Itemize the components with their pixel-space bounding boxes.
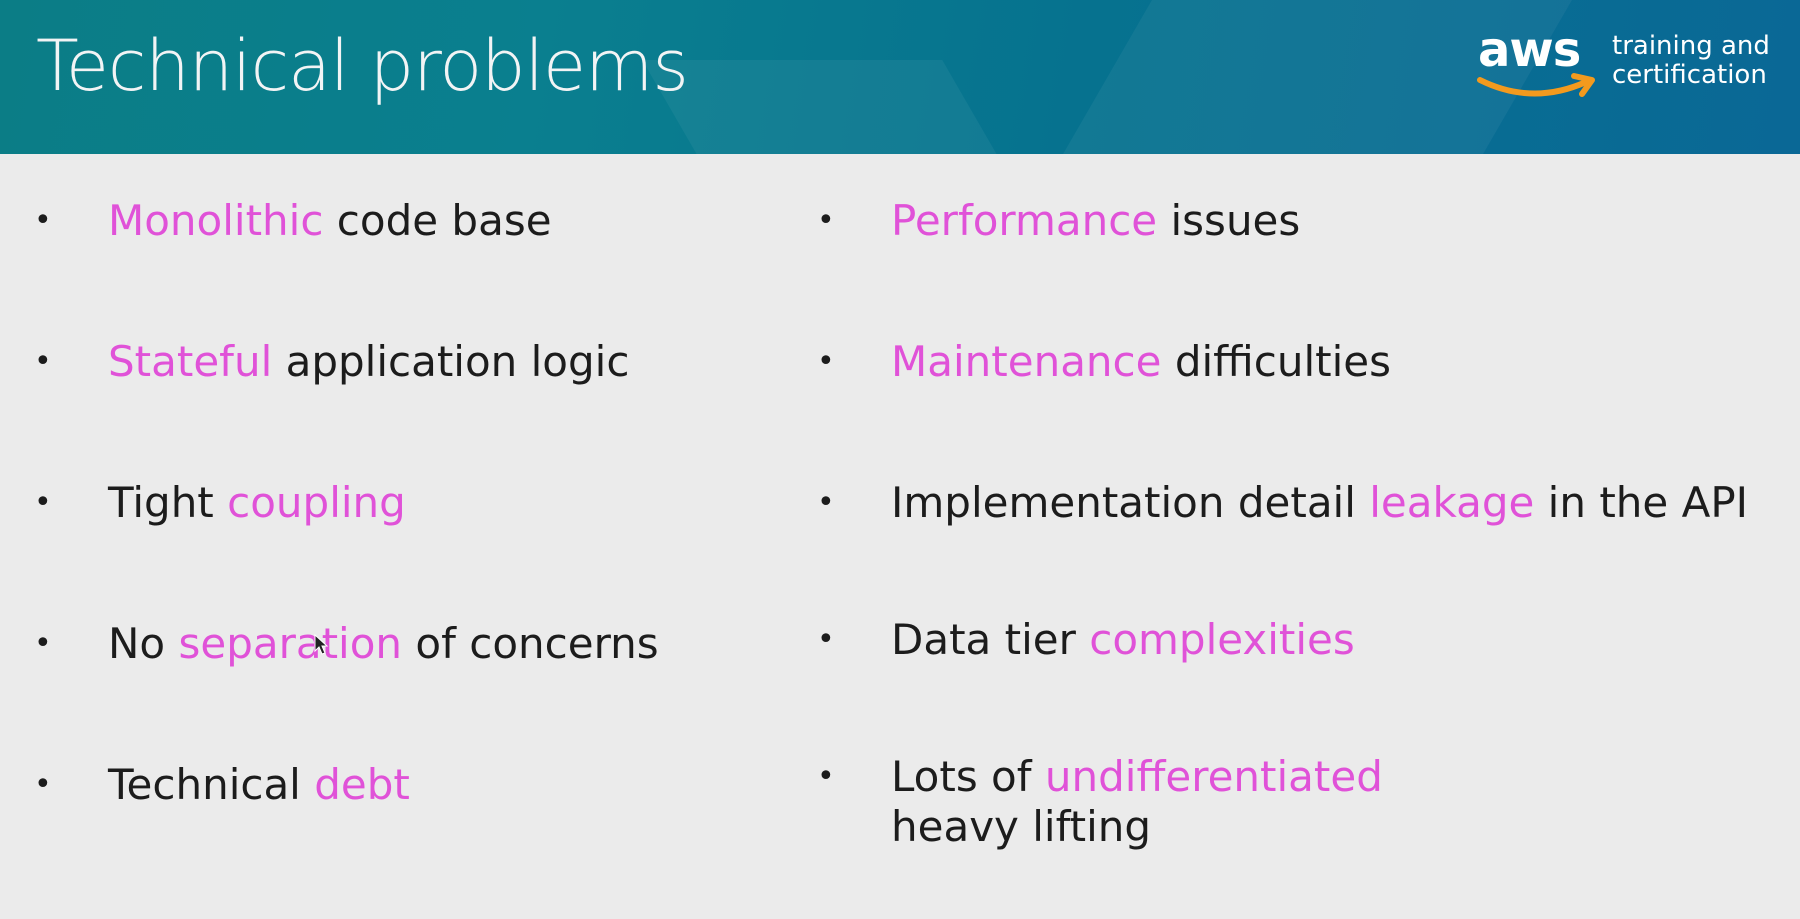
item-text-post: difficulties xyxy=(1161,337,1392,386)
item-text-highlight: debt xyxy=(314,760,410,809)
item-text-highlight: leakage xyxy=(1369,478,1535,527)
aws-training-logo: aws training and certification xyxy=(1474,22,1774,110)
item-text-pre: Implementation detail xyxy=(891,478,1370,527)
item-text-highlight: Monolithic xyxy=(108,196,324,245)
item-text-highlight: undifferentiated xyxy=(1044,752,1383,801)
bullet-dot: • xyxy=(34,485,52,520)
item-text-post: of concerns xyxy=(402,619,659,668)
item-text-pre: Tight xyxy=(108,478,228,527)
bullet-dot: • xyxy=(34,767,52,802)
slide-title: Technical problems xyxy=(36,25,689,107)
bullet-dot: • xyxy=(817,485,835,520)
bullet-dot: • xyxy=(34,626,52,661)
item-text-post: application logic xyxy=(272,337,630,386)
item-text-pre: Technical xyxy=(108,760,315,809)
header-facet xyxy=(642,60,1058,154)
left-bullet-list: • Monolithic code base • Stateful applicat… xyxy=(34,196,794,901)
mouse-pointer-icon xyxy=(314,634,329,655)
item-text-post: issues xyxy=(1157,196,1301,245)
item-text-pre: Lots of xyxy=(891,752,1045,801)
item-text-highlight: separation xyxy=(178,619,403,668)
item-text-highlight: Performance xyxy=(891,196,1158,245)
bullet-item: • Stateful application logic xyxy=(34,337,794,478)
slide-header: Technical problems aws training and cert… xyxy=(0,0,1800,154)
bullet-dot: • xyxy=(34,344,52,379)
logo-tagline-line2: certification xyxy=(1612,60,1767,90)
bullet-dot: • xyxy=(817,203,835,238)
item-text-line2: heavy lifting xyxy=(891,802,1152,851)
bullet-item: • Tight coupling xyxy=(34,478,794,619)
item-text-pre: Data tier xyxy=(891,615,1090,664)
item-text-highlight: coupling xyxy=(227,478,406,527)
aws-smile-icon xyxy=(1477,73,1595,97)
bullet-dot: • xyxy=(817,622,835,657)
item-text-pre: No xyxy=(108,619,179,668)
item-text-post: in the API xyxy=(1534,478,1749,527)
bullet-dot: • xyxy=(817,344,835,379)
bullet-item: • No separation of concerns xyxy=(34,619,794,760)
item-text-highlight: Stateful xyxy=(108,337,273,386)
bullet-item: • Data tier complexities xyxy=(817,615,1787,756)
item-text-highlight: complexities xyxy=(1089,615,1355,664)
item-text-post: code base xyxy=(323,196,552,245)
bullet-dot: • xyxy=(34,203,52,238)
logo-tagline-line1: training and xyxy=(1612,31,1770,61)
bullet-item: • Performance issues xyxy=(817,196,1787,337)
bullet-item: • Lots of undifferentiated heavy lifting xyxy=(817,752,1787,893)
bullet-dot: • xyxy=(817,759,835,794)
logo-tagline: training and certification xyxy=(1612,32,1770,90)
bullet-item: • Implementation detail leakage in the AP… xyxy=(817,478,1787,619)
right-bullet-list: • Performance issues • Maintenance difficu… xyxy=(817,196,1787,901)
item-text-highlight: Maintenance xyxy=(891,337,1162,386)
bullet-item: • Technical debt xyxy=(34,760,794,901)
bullet-item: • Monolithic code base xyxy=(34,196,794,337)
bullet-item: • Maintenance difficulties xyxy=(817,337,1787,478)
